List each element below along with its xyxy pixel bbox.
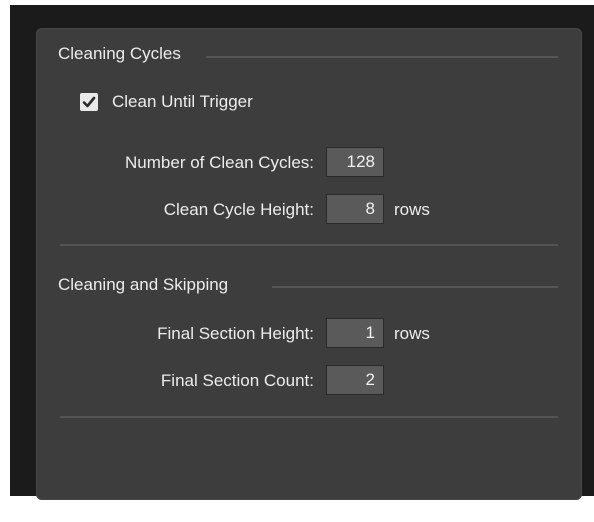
number-of-clean-cycles-label: Number of Clean Cycles: [125,153,314,172]
section-title-cleaning-cycles: Cleaning Cycles [58,44,181,64]
clean-until-trigger-checkbox[interactable]: Clean Until Trigger [80,92,253,112]
divider [60,244,558,246]
settings-panel: Cleaning Cycles Clean Until Trigger Numb… [36,28,582,500]
clean-cycle-height-label: Clean Cycle Height: [163,200,314,219]
section-title-cleaning-and-skipping: Cleaning and Skipping [58,275,228,295]
final-section-count-label: Final Section Count: [160,371,314,390]
divider [60,416,558,418]
final-section-count-field[interactable]: 2 [326,365,384,395]
section-title-text: Cleaning Cycles [58,44,181,63]
final-section-height-field[interactable]: 1 [326,318,384,348]
section-title-text: Cleaning and Skipping [58,275,229,294]
number-of-clean-cycles-field[interactable]: 128 [326,147,384,177]
section-rule [272,286,558,288]
clean-cycle-height-field[interactable]: 8 [326,194,384,224]
final-section-height-label: Final Section Height: [157,324,314,343]
checkmark-icon[interactable] [80,93,98,111]
clean-cycle-height-unit: rows [394,200,430,219]
clean-until-trigger-label: Clean Until Trigger [112,92,253,111]
section-rule [206,56,558,58]
final-section-height-unit: rows [394,324,430,343]
